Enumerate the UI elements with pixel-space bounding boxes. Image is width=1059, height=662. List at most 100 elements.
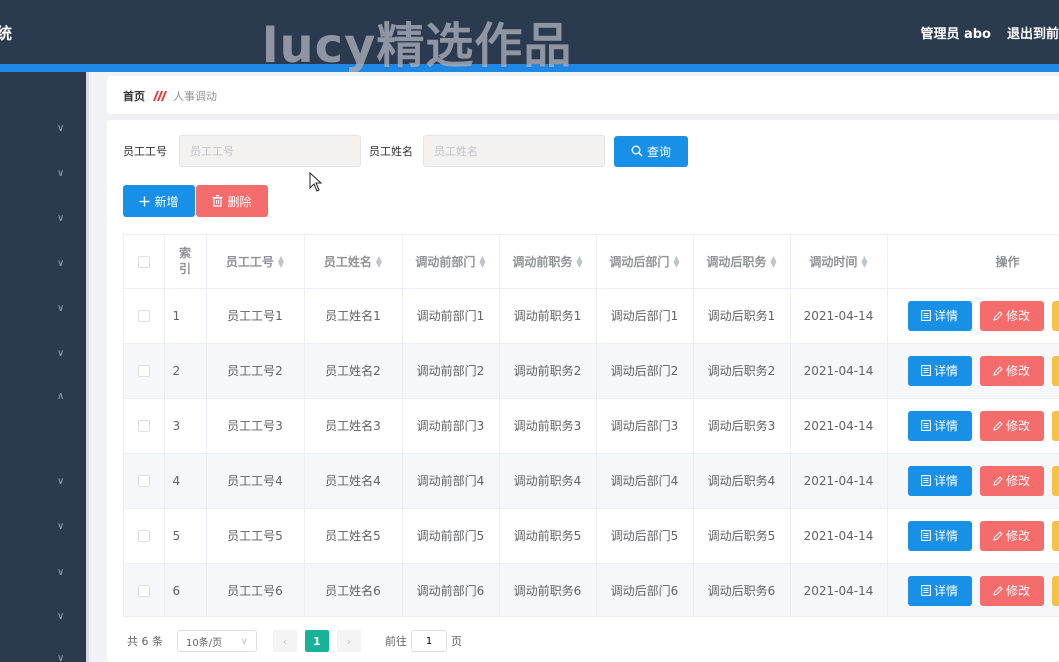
breadcrumb-home[interactable]: 首页 [123,88,145,104]
data-table: 索引 员工工号 ▲ ▼ 员工姓名 ▲ ▼ 调动前部门 ▲ ▼ 调动前职务 ▲ ▼ 调动后部门 ▲ ▼… [123,234,1059,617]
row-select-cell[interactable] [124,453,165,509]
sort-caret-icon[interactable]: ▲ ▼ [278,255,284,269]
row-checkbox[interactable] [137,310,150,322]
row-select-cell[interactable] [124,563,165,616]
chevron-down-icon[interactable]: ∨ [57,654,67,662]
chevron-down-icon[interactable]: ∨ [57,349,67,359]
row-select-cell[interactable] [124,343,165,399]
select-all-header[interactable] [124,235,165,289]
to-job-cell: 调动后职务3 [693,398,791,454]
pencil-icon [993,420,1003,431]
edit-button[interactable]: 修改 [979,465,1044,496]
transfer-date-cell: 2021-04-14 [790,343,888,399]
edit-button[interactable]: 修改 [979,300,1044,331]
page-size-select[interactable]: 10条/页 ∨ [177,630,257,652]
column-header-to-job[interactable]: 调动后职务 ▲ ▼ [693,235,791,289]
from-dept-cell: 调动前部门6 [402,563,500,616]
chevron-down-icon[interactable]: ∨ [57,259,67,269]
chevron-down-icon[interactable]: ∨ [57,214,67,224]
delete-row-button[interactable] [1051,355,1059,386]
column-header-from-job[interactable]: 调动前职务 ▲ ▼ [499,235,597,289]
edit-button-label: 修改 [1005,584,1030,598]
detail-button[interactable]: 详情 [907,355,972,386]
query-button[interactable]: 查询 [614,135,688,167]
row-select-cell[interactable] [124,398,165,454]
detail-button[interactable]: 详情 [907,410,972,441]
column-header-employee-no[interactable]: 员工工号 ▲ ▼ [206,235,305,289]
delete-row-button[interactable] [1051,300,1059,331]
row-checkbox[interactable] [137,420,150,432]
edit-button[interactable]: 修改 [979,575,1044,606]
watermark-text: lucy精选作品 [262,18,573,74]
to-job-cell: 调动后职务1 [693,288,791,344]
table-header-row: 索引 员工工号 ▲ ▼ 员工姓名 ▲ ▼ 调动前部门 ▲ ▼ 调动前职务 ▲ ▼ 调动后部门 ▲ ▼… [124,235,1059,289]
delete-row-button[interactable] [1051,410,1059,441]
table-row: 5 员工工号5 员工姓名5 调动前部门5 调动前职务5 调动后部门5 调动后职务5 2021-… [124,508,1059,564]
logout-to-front-link[interactable]: 退出到前 [1007,23,1059,42]
sort-caret-icon[interactable]: ▲ ▼ [576,255,582,269]
operations-cell: 详情 修改 [887,563,1059,616]
sort-caret-icon[interactable]: ▲ ▼ [673,255,679,269]
employee-no-input[interactable] [179,135,361,167]
row-checkbox[interactable] [137,475,150,487]
row-checkbox[interactable] [137,585,150,597]
delete-row-button[interactable] [1051,575,1059,606]
edit-button-label: 修改 [1005,474,1030,488]
goto-page-input[interactable] [411,630,447,652]
delete-row-button[interactable] [1051,520,1059,551]
chevron-down-icon[interactable]: ∨ [57,304,67,314]
trash-icon [212,195,223,207]
delete-row-button[interactable] [1051,465,1059,496]
sort-caret-icon[interactable]: ▲ ▼ [770,255,776,269]
table-row: 6 员工工号6 员工姓名6 调动前部门6 调动前职务6 调动后部门6 调动后职务6 2021-… [124,563,1059,616]
chevron-down-icon[interactable]: ∨ [57,612,67,622]
sort-caret-icon[interactable]: ▲ ▼ [479,255,485,269]
chevron-down-icon[interactable]: ∨ [57,124,67,134]
employee-name-cell: 员工姓名1 [304,288,403,344]
edit-button[interactable]: 修改 [979,520,1044,551]
add-button[interactable]: 新增 [123,185,195,217]
edit-button[interactable]: 修改 [979,410,1044,441]
page-number-current[interactable]: 1 [305,630,329,652]
column-header-to-dept[interactable]: 调动后部门 ▲ ▼ [596,235,694,289]
prev-page-button[interactable]: ‹ [273,630,297,652]
next-page-button[interactable]: › [337,630,361,652]
employee-name-input[interactable] [423,135,605,167]
column-header-from-dept[interactable]: 调动前部门 ▲ ▼ [402,235,500,289]
row-index: 3 [164,398,207,454]
delete-button[interactable]: 删除 [196,185,268,217]
row-select-cell[interactable] [124,508,165,564]
detail-button[interactable]: 详情 [907,465,972,496]
column-header-employee-name[interactable]: 员工姓名 ▲ ▼ [304,235,403,289]
employee-no-label: 员工工号 [123,145,167,158]
detail-button[interactable]: 详情 [907,300,972,331]
transfer-date-cell: 2021-04-14 [790,508,888,564]
detail-button-label: 详情 [933,309,958,323]
edit-button[interactable]: 修改 [979,355,1044,386]
detail-button[interactable]: 详情 [907,520,972,551]
chevron-down-icon[interactable]: ∨ [57,568,67,578]
chevron-left-icon: ‹ [282,634,288,648]
select-all-checkbox[interactable] [137,255,150,268]
detail-button[interactable]: 详情 [907,575,972,606]
row-checkbox[interactable] [137,365,150,377]
chevron-down-icon[interactable]: ∨ [57,477,67,487]
chevron-down-icon[interactable]: ∨ [57,169,67,179]
main-card: 员工工号 员工姓名 查询 新增 删除 [107,120,1059,662]
sort-caret-icon[interactable]: ▲ ▼ [376,255,382,269]
search-form: 员工工号 员工姓名 查询 [123,135,688,167]
column-header-date[interactable]: 调动时间 ▲ ▼ [790,235,888,289]
goto-prefix: 前往 [385,635,407,648]
admin-user-label[interactable]: 管理员 abo [920,23,991,42]
column-header-operations: 操作 [887,235,1059,289]
chevron-up-icon[interactable]: ∧ [57,392,67,402]
row-select-cell[interactable] [124,288,165,344]
sort-caret-icon[interactable]: ▲ ▼ [861,255,867,269]
operations-cell: 详情 修改 [887,508,1059,564]
to-dept-cell: 调动后部门2 [596,343,694,399]
row-index: 2 [164,343,207,399]
query-button-label: 查询 [646,144,671,159]
row-checkbox[interactable] [137,530,150,542]
to-job-cell: 调动后职务2 [693,343,791,399]
chevron-down-icon[interactable]: ∨ [57,522,67,532]
